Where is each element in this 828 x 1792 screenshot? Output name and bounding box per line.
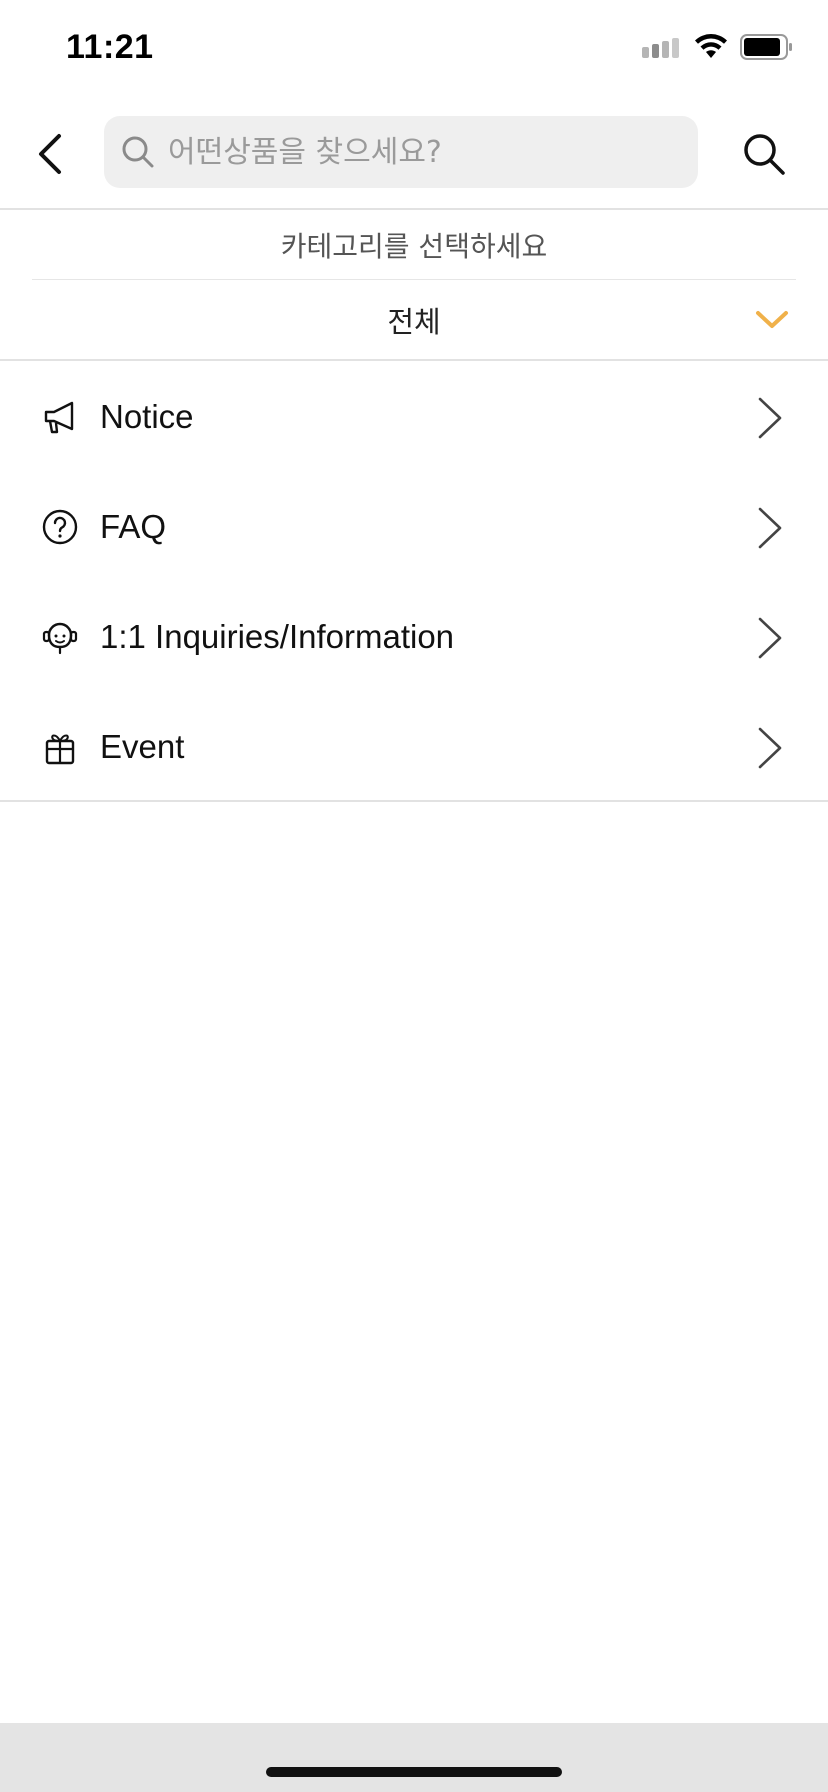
search-icon bbox=[744, 134, 785, 175]
cellular-signal-icon bbox=[642, 38, 679, 58]
search-input[interactable] bbox=[166, 121, 698, 183]
menu-bottom-divider bbox=[0, 800, 828, 802]
home-indicator-area bbox=[0, 1723, 828, 1792]
search-button[interactable] bbox=[734, 124, 794, 184]
menu-item-notice[interactable]: Notice bbox=[0, 362, 828, 472]
menu-item-label: Notice bbox=[100, 398, 194, 435]
category-bottom-divider bbox=[0, 359, 828, 361]
home-indicator[interactable] bbox=[266, 1767, 562, 1777]
menu-item-label: 1:1 Inquiries/Information bbox=[100, 618, 455, 655]
menu-item-inquiries[interactable]: 1:1 Inquiries/Information bbox=[0, 582, 828, 692]
header bbox=[0, 100, 828, 208]
status-icons bbox=[642, 34, 794, 60]
search-icon bbox=[118, 132, 158, 172]
status-bar: 11:21 bbox=[0, 0, 828, 100]
back-button[interactable] bbox=[20, 124, 80, 184]
chevron-right-icon bbox=[758, 507, 782, 549]
category-dropdown[interactable]: 전체 bbox=[0, 282, 828, 358]
headset-icon bbox=[42, 622, 78, 655]
menu-item-label: Event bbox=[100, 728, 185, 765]
menu-item-label: FAQ bbox=[100, 508, 167, 545]
back-arrow-icon bbox=[39, 134, 61, 174]
menu-list: Notice FAQ 1:1 Inquiries/Information Eve… bbox=[0, 362, 828, 802]
chevron-down-icon bbox=[756, 311, 788, 328]
category-divider bbox=[32, 279, 796, 280]
wifi-icon bbox=[695, 34, 727, 58]
category-caption: 카테고리를 선택하세요 bbox=[280, 230, 548, 263]
gift-icon bbox=[45, 734, 75, 765]
menu-item-faq[interactable]: FAQ bbox=[0, 472, 828, 582]
chevron-right-icon bbox=[758, 727, 782, 769]
category-selected-value: 전체 bbox=[387, 305, 441, 339]
question-circle-icon bbox=[42, 509, 78, 545]
status-time: 11:21 bbox=[66, 28, 154, 66]
menu-item-event[interactable]: Event bbox=[0, 692, 828, 802]
chevron-right-icon bbox=[758, 397, 782, 439]
battery-icon bbox=[740, 34, 792, 60]
chevron-right-icon bbox=[758, 617, 782, 659]
megaphone-icon bbox=[44, 401, 74, 434]
search-box[interactable] bbox=[104, 116, 698, 188]
